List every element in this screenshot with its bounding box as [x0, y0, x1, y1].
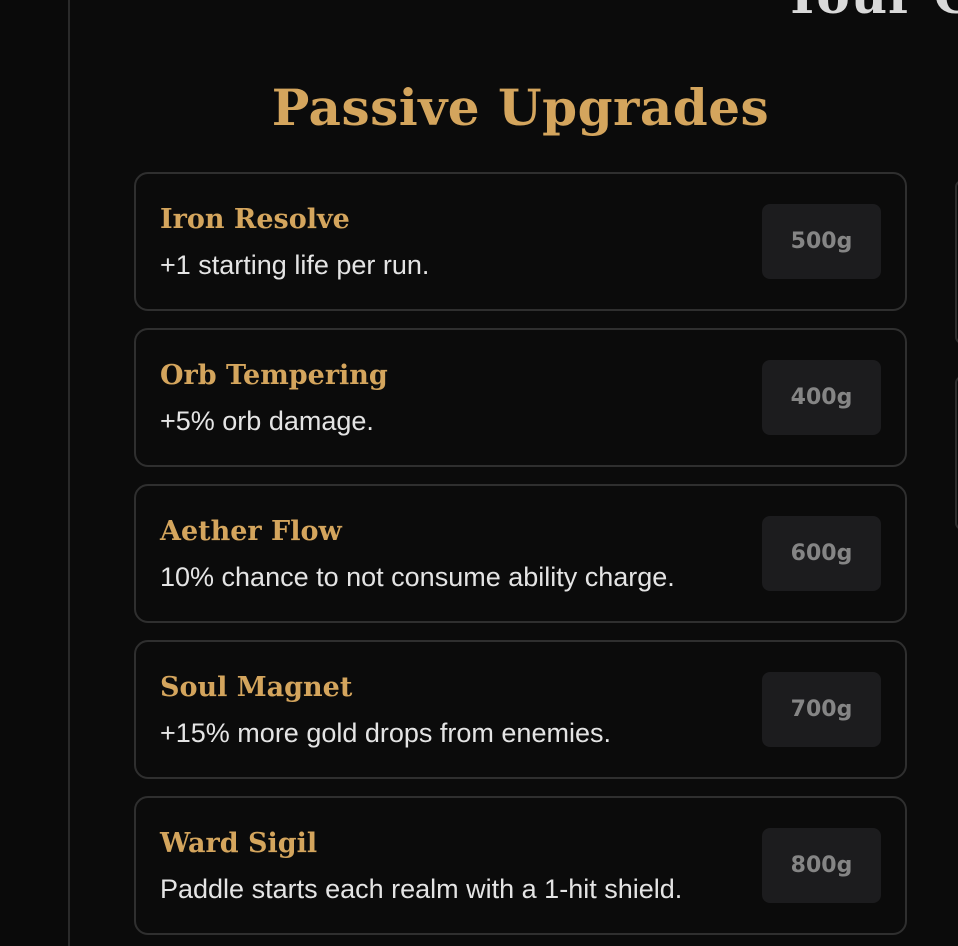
upgrade-description: Paddle starts each realm with a 1-hit sh…: [160, 874, 683, 904]
upgrade-description: +1 starting life per run.: [160, 250, 430, 280]
left-sidebar-panel: [0, 0, 70, 946]
upgrade-card-orb-tempering: Orb Tempering +5% orb damage. 400g: [134, 328, 907, 467]
upgrade-description: +15% more gold drops from enemies.: [160, 718, 611, 748]
buy-button-orb-tempering[interactable]: 400g: [762, 360, 881, 435]
upgrade-card-soul-magnet: Soul Magnet +15% more gold drops from en…: [134, 640, 907, 779]
upgrade-name: Ward Sigil: [160, 828, 318, 859]
section-title: Passive Upgrades: [271, 78, 770, 137]
upgrade-card-iron-resolve: Iron Resolve +1 starting life per run. 5…: [134, 172, 907, 311]
upgrade-description: +5% orb damage.: [160, 406, 374, 436]
upgrade-list: Iron Resolve +1 starting life per run. 5…: [134, 172, 907, 946]
upgrade-description: 10% chance to not consume ability charge…: [160, 562, 675, 592]
shop-screen: Your Go Passive Upgrades Iron Resolve +1…: [0, 0, 958, 946]
buy-button-soul-magnet[interactable]: 700g: [762, 672, 881, 747]
upgrade-name: Orb Tempering: [160, 360, 388, 391]
upgrade-name: Iron Resolve: [160, 204, 350, 235]
upgrade-card-ward-sigil: Ward Sigil Paddle starts each realm with…: [134, 796, 907, 935]
buy-button-aether-flow[interactable]: 600g: [762, 516, 881, 591]
upgrade-name: Aether Flow: [160, 516, 342, 547]
upgrade-name: Soul Magnet: [160, 672, 353, 703]
upgrade-card-aether-flow: Aether Flow 10% chance to not consume ab…: [134, 484, 907, 623]
buy-button-ward-sigil[interactable]: 800g: [762, 828, 881, 903]
buy-button-iron-resolve[interactable]: 500g: [762, 204, 881, 279]
page-heading-partial: Your Go: [784, 0, 958, 25]
